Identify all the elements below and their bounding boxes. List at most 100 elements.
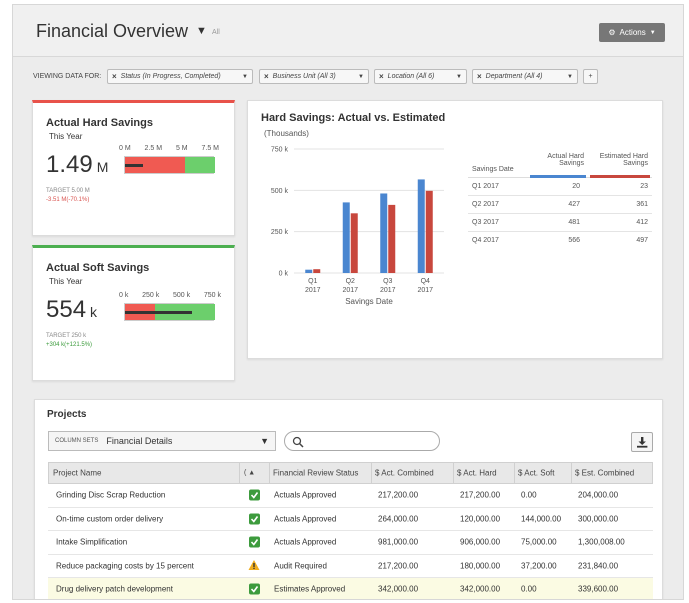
estimated-bar <box>350 213 358 273</box>
title-dropdown-icon[interactable]: ▼ <box>196 25 207 37</box>
table-row[interactable]: Grinding Disc Scrap Reduction Actuals Ap… <box>48 484 653 508</box>
kpi-delta: +304 k(+121.5%) <box>46 342 93 348</box>
gear-icon: ⚙ <box>608 28 616 37</box>
hard-savings-chart-card: Hard Savings: Actual vs. Estimated (Thou… <box>247 100 663 359</box>
actual-bar <box>417 179 425 273</box>
act-combined-cell: 342,000.00 <box>378 584 419 594</box>
remove-filter-icon[interactable]: × <box>379 72 384 81</box>
act-soft-cell: 37,200.00 <box>521 561 557 571</box>
page-title: Financial Overview <box>36 21 189 41</box>
est-combined-cell: 204,000.00 <box>578 490 619 500</box>
chevron-down-icon[interactable]: ▼ <box>358 74 364 80</box>
kpi-bullet-chart <box>124 303 215 321</box>
column-header-review-status[interactable]: Financial Review Status <box>273 469 358 478</box>
project-name-cell[interactable]: Grinding Disc Scrap Reduction <box>56 491 165 500</box>
act-hard-cell: 906,000.00 <box>460 537 501 547</box>
kpi-scale: 0 M 2.5 M 5 M 7.5 M <box>119 145 219 152</box>
act-combined-cell: 981,000.00 <box>378 537 419 547</box>
table-row[interactable]: On-time custom order delivery Actuals Ap… <box>48 508 653 531</box>
chevron-down-icon[interactable]: ▼ <box>456 74 462 80</box>
x-tick-label-year: 2017 <box>305 287 321 294</box>
x-tick-label-year: 2017 <box>417 287 433 294</box>
column-header-act-soft[interactable]: $ Act. Soft <box>518 469 554 478</box>
filter-chip-label: Business Unit (All 3) <box>272 73 336 80</box>
est-combined-cell: 339,600.00 <box>578 584 619 594</box>
kpi-delta: -3.51 M(-70.1%) <box>46 197 90 203</box>
column-sets-label: COLUMN SETS <box>55 438 99 444</box>
title-filter-scope: All <box>212 29 220 36</box>
chevron-down-icon[interactable]: ▼ <box>242 74 248 80</box>
remove-filter-icon[interactable]: × <box>477 72 482 81</box>
x-tick-label-year: 2017 <box>342 287 358 294</box>
table-row[interactable]: Intake Simplification Actuals Approved 9… <box>48 531 653 555</box>
filter-bar: VIEWING DATA FOR: × Status (In Progress,… <box>13 67 683 87</box>
column-header-act-hard[interactable]: $ Act. Hard <box>457 469 497 478</box>
act-hard-cell: 120,000.00 <box>460 514 501 524</box>
search-input[interactable] <box>284 431 440 451</box>
column-sets-dropdown[interactable]: COLUMN SETS Financial Details ▼ <box>48 431 276 451</box>
filter-chip-business-unit[interactable]: × Business Unit (All 3) ▼ <box>259 69 369 84</box>
kpi-value-number: 1.49 <box>46 151 93 178</box>
hs-cell-date: Q3 2017 <box>472 219 499 226</box>
kpi-card-hard-savings[interactable]: Actual Hard Savings This Year 1.49 M 0 M … <box>32 100 235 236</box>
review-status-cell: Actuals Approved <box>274 537 337 547</box>
kpi-card-soft-savings[interactable]: Actual Soft Savings This Year 554 k 0 k 2… <box>32 245 235 381</box>
hs-table-header: Savings Date Actual Hard Savings Estimat… <box>468 151 652 178</box>
act-soft-cell: 0.00 <box>521 490 537 500</box>
hs-header-date: Savings Date <box>472 166 514 173</box>
x-tick-label: Q3 <box>383 278 392 285</box>
column-header-est-combined[interactable]: $ Est. Combined <box>575 469 634 478</box>
remove-filter-icon[interactable]: × <box>112 72 117 81</box>
table-row[interactable]: Drug delivery patch development Estimate… <box>48 578 653 599</box>
project-name-cell[interactable]: On-time custom order delivery <box>56 514 163 523</box>
x-axis-label: Savings Date <box>345 297 393 306</box>
est-combined-cell: 231,840.00 <box>578 561 619 571</box>
hard-savings-table: Savings Date Actual Hard Savings Estimat… <box>468 151 652 250</box>
projects-table: Project Name ( ▲ Financial Review Status… <box>48 462 653 599</box>
hs-cell-estimated: 23 <box>640 183 648 190</box>
search-icon <box>292 436 304 448</box>
kpi-target: TARGET 5.00 M <box>46 188 90 194</box>
remove-filter-icon[interactable]: × <box>264 72 269 81</box>
kpi-bullet-chart <box>124 156 215 174</box>
actual-bar <box>380 193 388 273</box>
filter-chip-location[interactable]: × Location (All 6) ▼ <box>374 69 467 84</box>
actions-button[interactable]: ⚙ Actions ▼ <box>599 23 665 42</box>
add-filter-button[interactable]: + <box>583 69 598 84</box>
project-name-cell[interactable]: Drug delivery patch development <box>56 585 173 594</box>
x-tick-label: Q1 <box>308 278 317 285</box>
hs-cell-actual: 20 <box>572 183 580 190</box>
check-icon <box>249 513 260 525</box>
hs-table-row: Q2 2017 427 361 <box>468 196 652 214</box>
project-name-cell[interactable]: Intake Simplification <box>56 538 127 547</box>
estimated-bar <box>388 204 396 273</box>
check-icon <box>249 489 260 501</box>
column-header-project-name[interactable]: Project Name <box>53 469 101 478</box>
act-soft-cell: 75,000.00 <box>521 537 557 547</box>
bullet-actual-bar <box>125 311 192 314</box>
hs-cell-actual: 427 <box>568 201 580 208</box>
kpi-value-unit: M <box>96 159 109 175</box>
chevron-down-icon: ▼ <box>260 436 269 446</box>
review-status-cell: Actuals Approved <box>274 514 337 524</box>
filter-chip-status[interactable]: × Status (In Progress, Completed) ▼ <box>107 69 253 84</box>
hs-header-estimated: Estimated Hard Savings <box>599 153 648 167</box>
act-combined-cell: 217,200.00 <box>378 490 419 500</box>
hs-table-row: Q1 2017 20 23 <box>468 178 652 196</box>
hs-cell-estimated: 361 <box>636 201 648 208</box>
download-icon <box>637 437 648 448</box>
project-name-cell[interactable]: Reduce packaging costs by 15 percent <box>56 561 194 570</box>
column-header-status-icon[interactable]: ( ▲ <box>244 470 255 477</box>
hs-header-actual: Actual Hard Savings <box>547 153 584 167</box>
estimated-bar <box>313 269 321 273</box>
kpi-value-unit: k <box>90 304 98 320</box>
chart-title: Hard Savings: Actual vs. Estimated <box>261 112 446 124</box>
filter-chip-department[interactable]: × Department (All 4) ▼ <box>472 69 578 84</box>
filter-chip-label: Status (In Progress, Completed) <box>120 73 221 80</box>
download-button[interactable] <box>631 432 653 452</box>
column-header-act-combined[interactable]: $ Act. Combined <box>375 469 434 478</box>
kpi-title: Actual Hard Savings <box>46 117 153 129</box>
dashboard-frame: Financial Overview ▼ All ⚙ Actions ▼ VIE… <box>12 4 684 600</box>
table-row[interactable]: Reduce packaging costs by 15 percent Aud… <box>48 555 653 578</box>
chevron-down-icon[interactable]: ▼ <box>567 74 573 80</box>
